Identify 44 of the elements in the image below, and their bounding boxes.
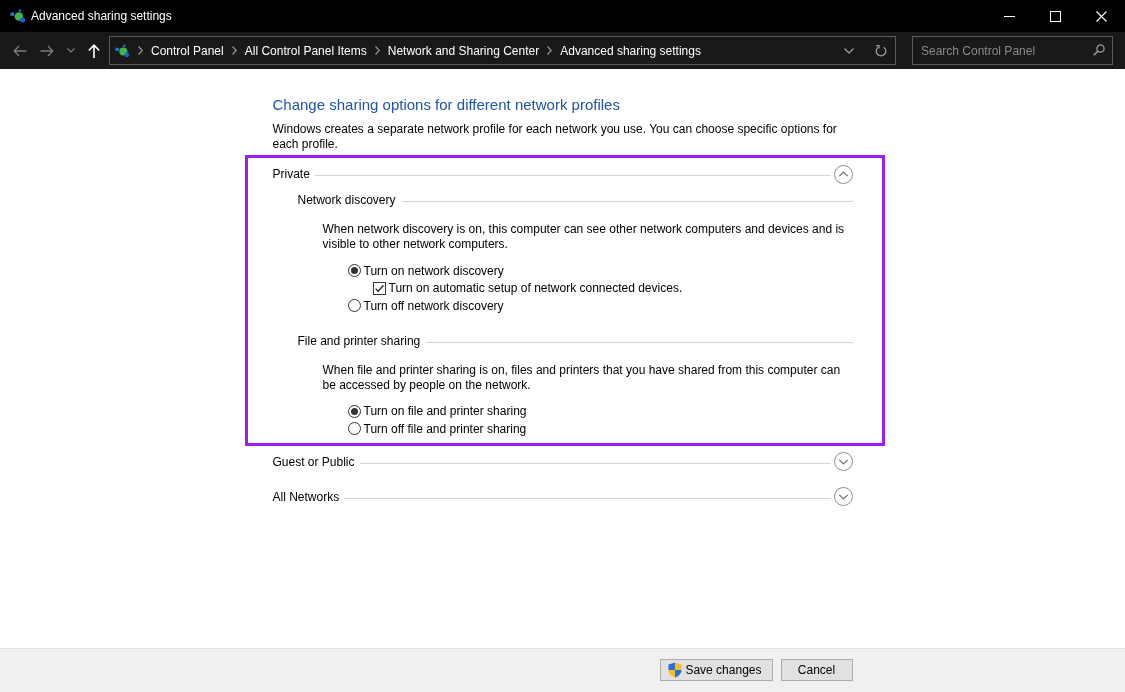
chevron-right-icon[interactable] — [231, 46, 237, 55]
description-text: Windows creates a separate network profile for each network you use. You can choose specific options for each profile. — [272, 122, 838, 152]
section-heading[interactable]: Private — [272, 167, 310, 181]
section-heading[interactable]: All Networks — [272, 489, 340, 504]
radio-button[interactable] — [347, 422, 361, 436]
chevron-up-icon[interactable] — [833, 164, 853, 184]
radio-button[interactable] — [347, 264, 361, 278]
radio-label[interactable]: Turn off file and printer sharing — [363, 421, 527, 436]
radio-label[interactable]: Turn off network discovery — [363, 298, 504, 313]
cancel-button[interactable]: Cancel — [780, 659, 853, 681]
group-heading: File and printer sharing — [297, 333, 421, 348]
window-title: Advanced sharing settings — [31, 9, 172, 23]
breadcrumb[interactable]: Network and Sharing Center — [387, 43, 540, 58]
section-heading[interactable]: Guest or Public — [272, 454, 355, 469]
radio-button[interactable] — [347, 404, 361, 418]
breadcrumb[interactable]: Control Panel — [151, 43, 224, 58]
group-heading: Network discovery — [297, 193, 396, 207]
breadcrumb[interactable]: All Control Panel Items — [244, 43, 367, 58]
close-icon[interactable] — [1095, 10, 1107, 22]
chevron-down-icon[interactable] — [833, 452, 853, 471]
checkbox[interactable] — [372, 281, 386, 295]
description-text: When network discovery is on, this computer can see other network computers and devices and is visible to other network computers. — [322, 222, 846, 252]
chevron-right-icon[interactable] — [374, 46, 380, 55]
search-icon[interactable] — [1093, 44, 1105, 56]
radio-button[interactable] — [347, 299, 361, 313]
address-bar[interactable]: Control Panel All Control Panel Items Network and Sharing Center Advanced sharing settings — [109, 36, 896, 65]
network-nodes-icon — [10, 9, 26, 23]
chevron-down-icon[interactable] — [844, 47, 854, 54]
checkbox-label[interactable]: Turn on automatic setup of network connected devices. — [388, 281, 683, 296]
page-heading: Change sharing options for different network profiles — [272, 95, 621, 115]
chevron-down-icon[interactable] — [833, 487, 853, 506]
save-button[interactable]: Save changes — [660, 659, 773, 681]
breadcrumb[interactable]: Advanced sharing settings — [560, 43, 701, 58]
up-arrow-icon[interactable] — [88, 43, 100, 58]
network-nodes-icon — [115, 43, 130, 58]
refresh-icon[interactable] — [875, 44, 887, 57]
radio-label[interactable]: Turn on file and printer sharing — [363, 404, 527, 419]
shield-icon — [668, 662, 683, 678]
radio-label[interactable]: Turn on network discovery — [363, 263, 504, 278]
search-field[interactable]: Search Control Panel — [912, 36, 1113, 65]
maximize-icon[interactable] — [1049, 10, 1061, 22]
description-text: When file and printer sharing is on, files and printers that you have shared from this computer can be accessed by people on the network. — [322, 362, 842, 393]
chevron-right-icon[interactable] — [547, 46, 553, 55]
chevron-right-icon[interactable] — [138, 46, 143, 55]
